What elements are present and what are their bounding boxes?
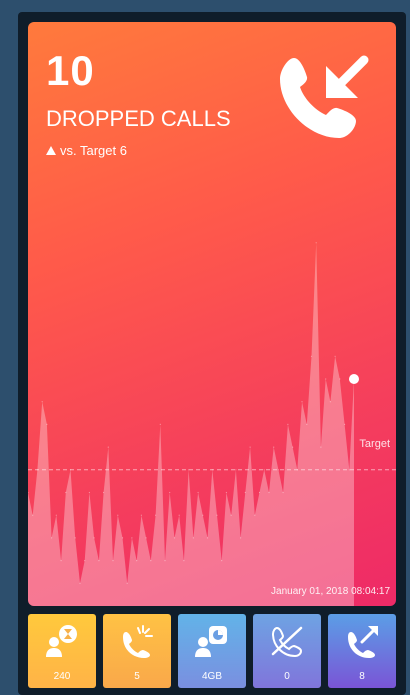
data-point	[117, 514, 119, 516]
data-point	[145, 537, 147, 539]
data-point	[206, 537, 209, 539]
metric-label: DROPPED CALLS	[46, 106, 231, 131]
data-point	[197, 491, 199, 494]
data-point	[169, 491, 171, 494]
data-point	[183, 560, 185, 562]
data-point	[173, 537, 176, 539]
data-point	[84, 560, 86, 562]
data-point	[254, 514, 256, 516]
data-point	[344, 423, 346, 425]
phone-incoming-icon	[280, 55, 369, 138]
data-point	[292, 446, 294, 448]
data-point	[348, 469, 350, 471]
data-point	[65, 491, 67, 494]
data-point	[235, 469, 237, 471]
data-point	[268, 491, 270, 494]
data-point	[315, 242, 317, 244]
data-point	[249, 446, 251, 448]
tile-outgoing[interactable]: 8	[328, 614, 396, 688]
target-comparison: vs. Target 6	[46, 144, 127, 157]
data-point	[93, 537, 95, 539]
target-comparison-text: vs. Target 6	[60, 143, 127, 158]
data-point	[310, 355, 313, 357]
data-point	[46, 423, 48, 425]
data-point	[225, 491, 227, 494]
data-point	[155, 514, 157, 516]
data-point	[306, 423, 308, 425]
data-point	[107, 446, 109, 448]
phone-ringing-icon	[123, 625, 153, 658]
data-point	[339, 378, 341, 380]
tile-data-usage[interactable]: 4GB	[178, 614, 246, 688]
tile-value: 240	[53, 671, 71, 682]
data-point	[258, 491, 261, 494]
data-point	[55, 514, 57, 516]
data-point	[273, 446, 275, 448]
timestamp: January 01, 2018 08:04:17	[271, 586, 390, 597]
tile-dropped[interactable]: 0	[253, 614, 321, 688]
tile-value: 4GB	[201, 671, 222, 682]
data-point	[277, 469, 279, 471]
current-value-point	[349, 374, 359, 384]
data-point	[329, 401, 331, 403]
data-point	[320, 446, 322, 448]
data-point	[136, 560, 138, 562]
data-point	[216, 514, 218, 516]
data-point	[140, 514, 142, 516]
summary-tiles: 240 5 4GB 0 8	[28, 614, 396, 688]
data-point	[103, 491, 105, 494]
dropped-calls-card[interactable]: 10 DROPPED CALLS vs. Target 6 Target Jan…	[28, 22, 396, 606]
data-point	[150, 560, 152, 562]
tile-value: 8	[359, 671, 365, 682]
target-label: Target	[359, 438, 390, 450]
phone-off-icon	[271, 626, 303, 658]
data-usage-icon	[195, 626, 227, 657]
data-point	[202, 514, 204, 516]
data-point	[282, 491, 284, 494]
data-point	[159, 423, 161, 425]
tile-calls-waiting[interactable]: 5	[103, 614, 171, 688]
data-point	[60, 560, 62, 562]
data-point	[131, 537, 133, 539]
tile-value: 0	[284, 671, 290, 682]
data-point	[301, 401, 303, 403]
data-point	[178, 514, 180, 516]
data-point	[41, 401, 43, 403]
data-point	[74, 537, 76, 539]
tile-queue-time[interactable]: 240	[28, 614, 96, 688]
data-point	[98, 560, 100, 562]
data-point	[230, 514, 232, 516]
data-point	[244, 491, 246, 494]
data-point	[334, 355, 336, 357]
metric-value: 10	[46, 47, 95, 94]
data-point	[325, 378, 327, 380]
data-point	[51, 537, 53, 539]
data-point	[221, 560, 223, 562]
data-point	[112, 560, 114, 562]
data-point	[28, 491, 29, 494]
data-point	[164, 560, 166, 562]
phone-outgoing-icon	[348, 626, 378, 658]
data-point	[192, 537, 194, 539]
tile-value: 5	[134, 671, 140, 682]
up-arrow-icon	[46, 146, 56, 155]
data-point	[126, 582, 128, 584]
hourglass-person-icon	[46, 625, 77, 657]
data-point	[263, 469, 265, 471]
data-point	[121, 537, 124, 539]
data-point	[32, 514, 34, 516]
data-point	[287, 423, 289, 425]
data-point	[88, 491, 90, 494]
data-point	[79, 582, 81, 584]
dropped-calls-area	[28, 242, 354, 606]
data-point	[240, 537, 242, 539]
